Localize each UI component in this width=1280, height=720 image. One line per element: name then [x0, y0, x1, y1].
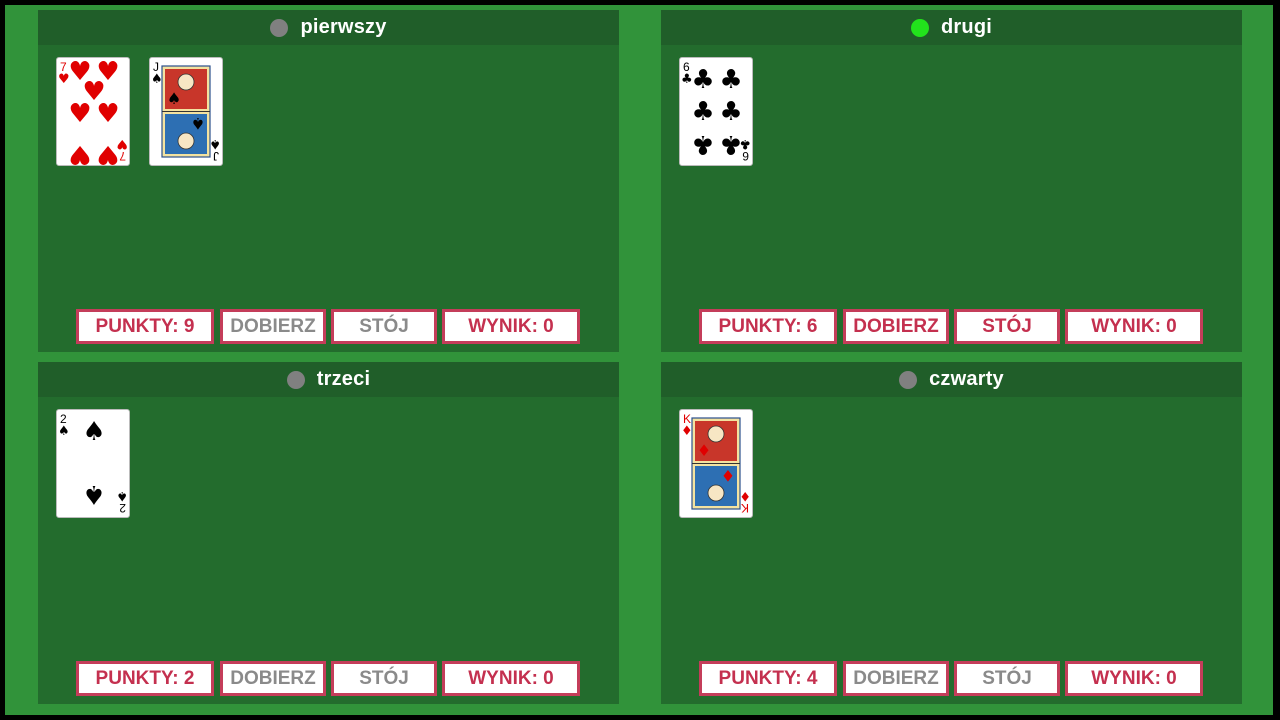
- player-header-3: trzeci: [38, 362, 619, 397]
- status-dot-icon: [286, 370, 305, 389]
- hearts-pip-icon: ♥: [96, 99, 119, 129]
- result-display: WYNIK: 0: [442, 309, 580, 344]
- diamonds-suit-icon: ♦: [721, 466, 735, 485]
- points-display: PUNKTY: 4: [699, 661, 837, 696]
- player-panel-3: trzeci 2 ♠ 2 ♠ ♠ ♠ PUNKTY: 2 DOBIERZ STÓJ WYN…: [38, 362, 619, 704]
- spades-suit-icon: ♠: [191, 114, 205, 133]
- playing-card: 7 ♥ 7 ♥ ♥ ♥ ♥ ♥ ♥ ♥ ♥: [56, 57, 130, 166]
- player-panel-4: czwarty K ♦ K ♦ ♦ ♦ PUNKTY: 4 DOBIERZ STÓJ WY…: [661, 362, 1242, 704]
- status-dot-icon: [270, 18, 289, 37]
- clubs-pip-icon: ♣: [719, 129, 742, 159]
- playing-card: 6 ♣ 6 ♣ ♣ ♣ ♣ ♣ ♣ ♣: [679, 57, 753, 166]
- card-hand: 2 ♠ 2 ♠ ♠ ♠: [56, 409, 596, 520]
- card-face: 6♣6♣♣ ♣♣ ♣♣ ♣: [681, 60, 751, 163]
- draw-button[interactable]: DOBIERZ: [220, 309, 326, 344]
- hearts-pip-icon: ♥: [68, 99, 91, 129]
- player-panel-2: drugi 6 ♣ 6 ♣ ♣ ♣ ♣ ♣ ♣ ♣ PUNKTY: 6 DOBIERZ STÓJ …: [661, 10, 1242, 352]
- game-table: pierwszy 7 ♥ 7 ♥ ♥ ♥ ♥ ♥ ♥ ♥ ♥ J ♠ J ♠ ♠ ♠ PUNKTY: 9 DOB…: [5, 5, 1273, 715]
- spades-suit-icon: ♠: [167, 89, 181, 108]
- hearts-pip-icon: ♥: [96, 139, 119, 165]
- spades-suit-icon: ♠: [58, 424, 70, 439]
- card-face: 2♠2♠♠♠: [58, 412, 128, 515]
- clubs-pip-icon: ♣: [691, 129, 714, 159]
- face-head-icon: [177, 132, 195, 150]
- card-face: K♦K♦♦♦: [681, 412, 751, 515]
- card-hand: 7 ♥ 7 ♥ ♥ ♥ ♥ ♥ ♥ ♥ ♥ J ♠ J ♠ ♠ ♠: [56, 57, 596, 168]
- result-display: WYNIK: 0: [442, 661, 580, 696]
- playing-card: K ♦ K ♦ ♦ ♦: [679, 409, 753, 518]
- draw-button[interactable]: DOBIERZ: [843, 661, 949, 696]
- stand-button[interactable]: STÓJ: [954, 661, 1060, 696]
- player-name: trzeci: [316, 368, 371, 390]
- playing-card: 2 ♠ 2 ♠ ♠ ♠: [56, 409, 130, 518]
- player-controls: PUNKTY: 6 DOBIERZ STÓJ WYNIK: 0: [661, 309, 1242, 345]
- card-face: 7♥7♥♥ ♥♥♥ ♥♥ ♥: [58, 58, 128, 165]
- result-display: WYNIK: 0: [1065, 661, 1203, 696]
- points-display: PUNKTY: 2: [76, 661, 214, 696]
- clubs-pip-icon: ♣: [719, 97, 742, 127]
- card-corner-rotated: K♦: [739, 488, 751, 515]
- diamonds-suit-icon: ♦: [681, 424, 693, 439]
- player-controls: PUNKTY: 2 DOBIERZ STÓJ WYNIK: 0: [38, 661, 619, 697]
- playing-card: J ♠ J ♠ ♠ ♠: [149, 57, 223, 166]
- spades-suit-icon: ♠: [209, 136, 221, 151]
- clubs-pip-icon: ♣: [691, 65, 714, 95]
- player-name: pierwszy: [300, 16, 387, 38]
- player-controls: PUNKTY: 9 DOBIERZ STÓJ WYNIK: 0: [38, 309, 619, 345]
- face-head-icon: [707, 484, 725, 502]
- result-display: WYNIK: 0: [1065, 309, 1203, 344]
- points-display: PUNKTY: 9: [76, 309, 214, 344]
- draw-button[interactable]: DOBIERZ: [843, 309, 949, 344]
- player-header-1: pierwszy: [38, 10, 619, 45]
- clubs-pip-icon: ♣: [691, 97, 714, 127]
- points-display: PUNKTY: 6: [699, 309, 837, 344]
- diamonds-suit-icon: ♦: [739, 488, 751, 503]
- stand-button[interactable]: STÓJ: [954, 309, 1060, 344]
- card-hand: 6 ♣ 6 ♣ ♣ ♣ ♣ ♣ ♣ ♣: [679, 57, 1219, 168]
- spades-pip-icon: ♠: [82, 417, 105, 447]
- clubs-pip-icon: ♣: [719, 65, 742, 95]
- player-header-2: drugi: [661, 10, 1242, 45]
- player-controls: PUNKTY: 4 DOBIERZ STÓJ WYNIK: 0: [661, 661, 1242, 697]
- player-name: czwarty: [929, 368, 1004, 390]
- player-panel-1: pierwszy 7 ♥ 7 ♥ ♥ ♥ ♥ ♥ ♥ ♥ ♥ J ♠ J ♠ ♠ ♠ PUNKTY: 9 DOB…: [38, 10, 619, 352]
- player-name: drugi: [941, 16, 992, 38]
- hearts-pip-icon: ♥: [68, 139, 91, 165]
- face-head-icon: [177, 73, 195, 91]
- card-face: J♠J♠♠♠: [151, 60, 221, 163]
- draw-button[interactable]: DOBIERZ: [220, 661, 326, 696]
- stand-button[interactable]: STÓJ: [331, 661, 437, 696]
- spades-suit-icon: ♠: [151, 72, 163, 87]
- card-corner-rotated: J♠: [209, 136, 221, 163]
- diamonds-suit-icon: ♦: [697, 441, 711, 460]
- player-header-4: czwarty: [661, 362, 1242, 397]
- card-corner-rotated: 2♠: [116, 488, 128, 515]
- status-dot-icon: [911, 18, 929, 37]
- status-dot-icon: [899, 370, 918, 389]
- stand-button[interactable]: STÓJ: [331, 309, 437, 344]
- card-hand: K ♦ K ♦ ♦ ♦: [679, 409, 1219, 520]
- spades-pip-icon: ♠: [82, 479, 105, 509]
- face-head-icon: [707, 425, 725, 443]
- spades-suit-icon: ♠: [116, 488, 128, 503]
